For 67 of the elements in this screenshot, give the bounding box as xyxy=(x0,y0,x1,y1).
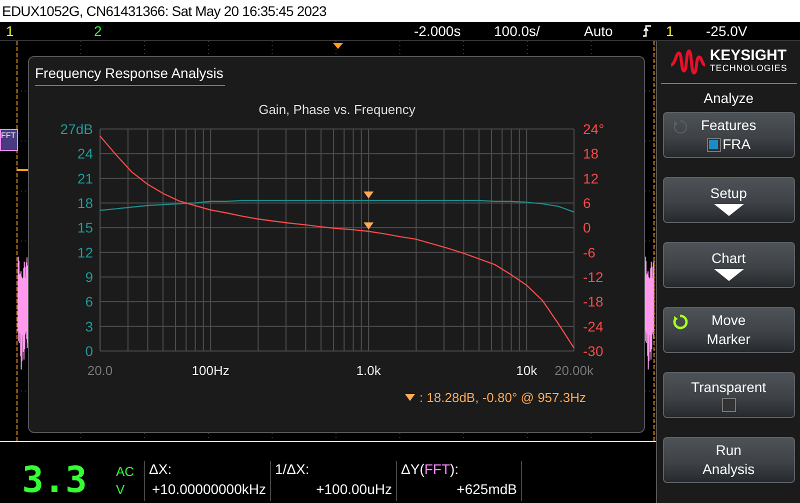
gain-axis-label: 18 xyxy=(77,195,93,211)
dialog-title: Frequency Response Analysis xyxy=(35,65,226,86)
menu-heading: Analyze xyxy=(704,90,754,106)
phase-axis-label: -18 xyxy=(583,294,604,310)
time-offset: -2.000s xyxy=(414,23,462,39)
trigger-mode: Auto xyxy=(584,23,614,39)
measurement-label: ΔY(FFT): xyxy=(401,461,460,477)
measurement-label: ΔX: xyxy=(149,461,173,477)
chart-title: Gain, Phase vs. Frequency xyxy=(258,102,416,117)
level-marker-icon xyxy=(17,169,28,171)
window-title: EDUX1052G, CN61431366: Sat May 20 16:35:45 2023 xyxy=(0,0,800,22)
down-arrow-icon xyxy=(714,268,744,280)
frequency-axis-label: 100Hz xyxy=(192,363,230,378)
unit-label: V xyxy=(116,481,126,499)
phase-axis-label: 6 xyxy=(583,195,591,211)
time-scale: 100.0s/ xyxy=(494,23,541,39)
frequency-axis-label: 1.0k xyxy=(356,363,381,378)
phase-axis-label: 12 xyxy=(583,170,599,186)
channel-label[interactable]: FFT xyxy=(0,129,18,151)
phase-axis-label: 18 xyxy=(583,146,599,162)
gain-axis-label: 6 xyxy=(85,294,93,310)
trigger-position-icon xyxy=(333,43,343,49)
gain-axis-label: 3 xyxy=(85,318,93,334)
phase-axis-label: -6 xyxy=(583,244,596,260)
gain-axis-label: 12 xyxy=(77,244,93,260)
checkbox[interactable] xyxy=(722,398,736,412)
marker-icon[interactable] xyxy=(364,222,374,230)
measurement-value: +100.00uHz xyxy=(316,480,392,497)
wave-logo-icon xyxy=(670,49,706,75)
phase-axis-label: -12 xyxy=(583,269,604,285)
gain-axis-label: 9 xyxy=(85,269,93,285)
trigger-source: 1 xyxy=(666,23,675,39)
phase-axis-label: -24 xyxy=(583,318,604,334)
gain-axis-label: 24 xyxy=(77,146,93,162)
measurement-label: 1/ΔX: xyxy=(275,461,310,477)
voltmeter-reading: 3.3 xyxy=(21,461,88,501)
down-arrow-icon xyxy=(714,204,744,216)
brand-tagline: TECHNOLOGIES xyxy=(710,62,788,75)
phase-axis-label: 24° xyxy=(583,121,604,137)
gain-axis-label: 15 xyxy=(77,220,93,236)
measurement-value: +10.00000000kHz xyxy=(152,480,266,497)
coupling-label: AC xyxy=(116,463,134,481)
rising-edge-icon xyxy=(642,24,652,38)
softkey-button[interactable]: Features FRA xyxy=(662,112,795,158)
channel-label[interactable]: 2 xyxy=(88,23,414,39)
checkbox[interactable] xyxy=(706,138,721,152)
phase-axis-label: -30 xyxy=(583,343,604,359)
softkey-button[interactable]: Transparent xyxy=(662,372,795,418)
softkey-button[interactable]: Chart xyxy=(662,242,795,288)
channel-label[interactable]: 1 xyxy=(0,23,88,39)
marker-icon[interactable] xyxy=(364,192,374,199)
softkey-button[interactable]: Move Marker xyxy=(662,307,795,353)
marker-icon xyxy=(405,394,416,401)
frequency-axis-label: 20.0 xyxy=(87,363,113,378)
brand-name: KEYSIGHT xyxy=(710,49,788,62)
gain-axis-label: 27dB xyxy=(60,121,93,137)
frequency-axis-label: 20.00k xyxy=(554,363,594,378)
gain-axis-label: 0 xyxy=(85,343,93,359)
frequency-axis-label: 10k xyxy=(516,363,538,378)
cursor-line[interactable] xyxy=(16,41,18,441)
gain-axis-label: 21 xyxy=(77,170,93,186)
trigger-level: -25.0V xyxy=(706,23,748,39)
softkey-button[interactable]: Setup xyxy=(662,177,795,223)
softkey-button[interactable]: Run Analysis xyxy=(662,437,795,483)
phase-axis-label: 0 xyxy=(583,220,591,236)
measurement-value: +625mdB xyxy=(456,480,517,497)
marker-readout: : 18.28dB, -0.80° @ 957.3Hz xyxy=(419,390,586,405)
